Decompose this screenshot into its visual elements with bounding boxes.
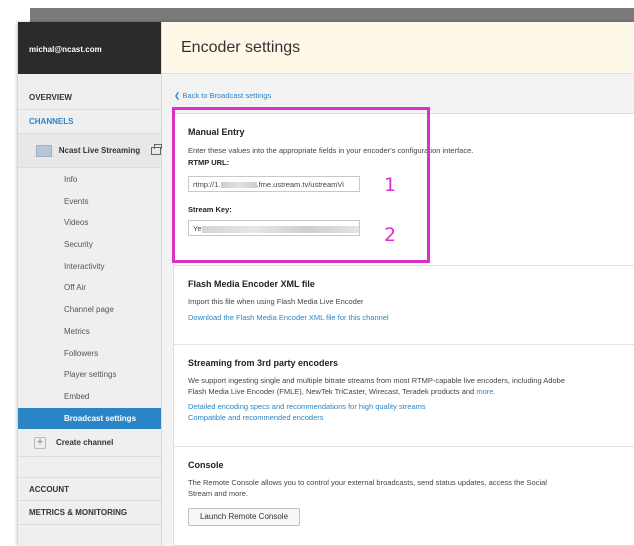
sidebar-account[interactable]: ACCOUNT [18,477,161,502]
create-channel-label: Create channel [56,438,114,448]
sidebar-item-security[interactable]: Security [18,234,161,256]
channel-name: Ncast Live Streaming [58,146,141,155]
sidebar-item-channel-page[interactable]: Channel page [18,299,161,321]
window-top-bar [30,8,634,22]
channel-menu: Info Events Videos Security Interactivit… [18,168,161,430]
sidebar: michal@ncast.com OVERVIEW CHANNELS Ncast… [18,22,162,546]
third-party-title: Streaming from 3rd party encoders [188,358,339,368]
flash-description: Import this file when using Flash Media … [188,297,364,306]
app-frame: michal@ncast.com OVERVIEW CHANNELS Ncast… [18,22,634,546]
more-link[interactable]: more. [476,387,495,396]
chevron-left-icon: ❮ [174,91,181,100]
sidebar-item-player-settings[interactable]: Player settings [18,364,161,386]
console-description-1: The Remote Console allows you to control… [188,478,547,487]
create-channel-button[interactable]: + Create channel [18,429,161,458]
annotation-number-1: 1 [384,174,397,196]
compatible-encoders-link[interactable]: Compatible and recommended encoders [188,412,634,423]
channel-thumbnail [36,144,52,157]
encoding-specs-link[interactable]: Detailed encoding specs and recommendati… [188,401,634,412]
popout-icon[interactable] [151,143,162,155]
page-header: Encoder settings [162,22,634,74]
sidebar-metrics-monitoring[interactable]: METRICS & MONITORING [18,501,161,526]
sidebar-item-embed[interactable]: Embed [18,386,161,408]
third-party-description-text: Flash Media Live Encoder (FMLE), NewTek … [188,387,475,396]
page-title: Encoder settings [181,39,301,56]
sidebar-item-interactivity[interactable]: Interactivity [18,256,161,278]
sidebar-item-events[interactable]: Events [18,191,161,213]
sidebar-item-videos[interactable]: Videos [18,212,161,234]
sidebar-item-off-air[interactable]: Off Air [18,277,161,299]
launch-remote-console-button[interactable]: Launch Remote Console [188,508,300,526]
back-link[interactable]: ❮ Back to Broadcast settings [174,91,271,100]
sidebar-item-broadcast-settings[interactable]: Broadcast settings [18,407,161,430]
user-email[interactable]: michal@ncast.com [18,22,161,74]
sidebar-item-metrics[interactable]: Metrics [18,321,161,343]
back-link-label: Back to Broadcast settings [182,91,272,100]
sidebar-item-followers[interactable]: Followers [18,343,161,365]
plus-icon: + [34,436,46,449]
sidebar-item-info[interactable]: Info [18,169,161,191]
flash-title: Flash Media Encoder XML file [188,279,315,289]
console-section: Console The Remote Console allows you to… [174,447,634,546]
console-description-2: Stream and more. [188,489,249,498]
flash-encoder-section: Flash Media Encoder XML file Import this… [174,266,634,345]
third-party-description-2: Flash Media Live Encoder (FMLE), NewTek … [188,386,634,397]
download-xml-link[interactable]: Download the Flash Media Encoder XML fil… [188,312,634,323]
console-title: Console [188,460,224,470]
third-party-description-1: We support ingesting single and multiple… [188,376,565,385]
annotation-number-2: 2 [384,224,397,246]
sidebar-channels[interactable]: CHANNELS [18,110,161,134]
sidebar-overview[interactable]: OVERVIEW [18,86,161,110]
channel-row[interactable]: Ncast Live Streaming [18,134,162,168]
third-party-section: Streaming from 3rd party encoders We sup… [174,345,634,447]
